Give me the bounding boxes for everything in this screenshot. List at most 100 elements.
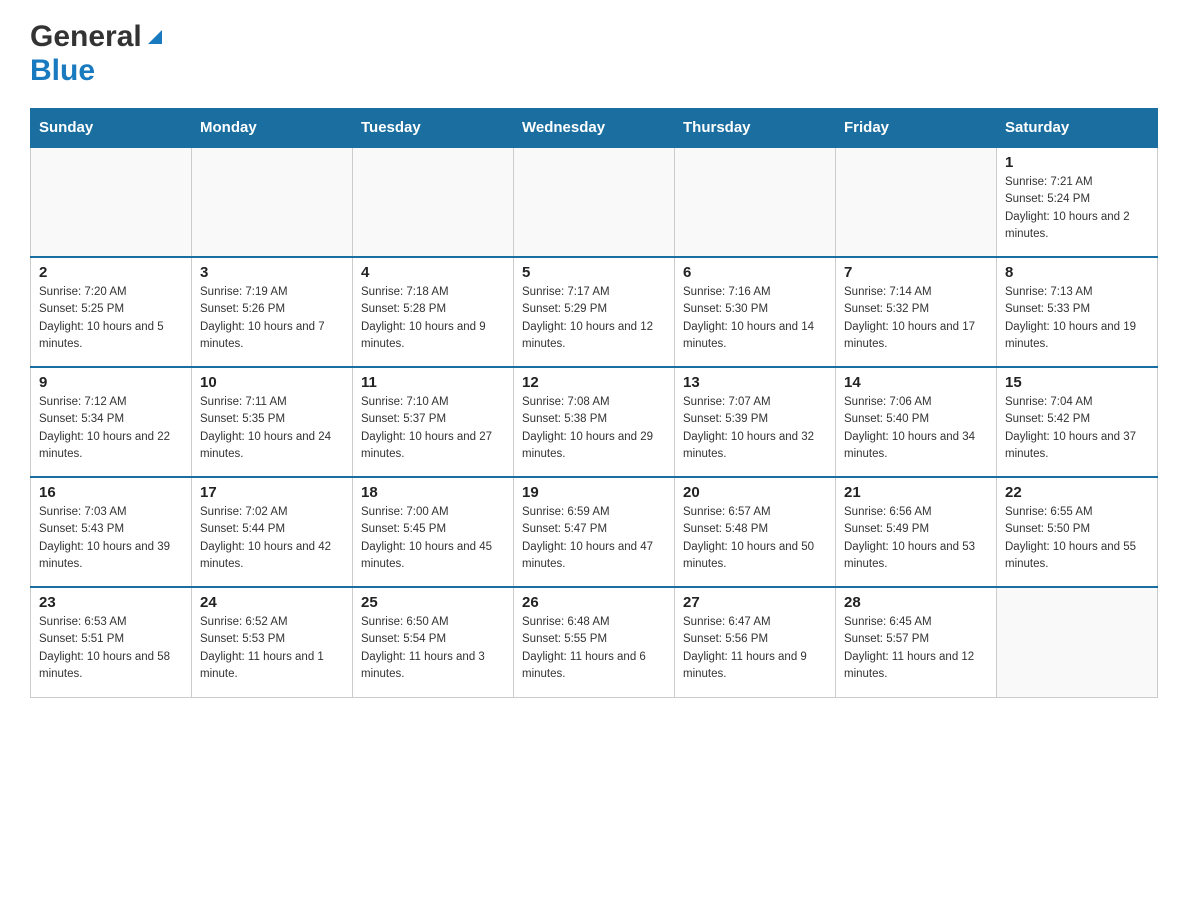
calendar-table: SundayMondayTuesdayWednesdayThursdayFrid…	[30, 108, 1158, 698]
day-number: 8	[1005, 264, 1149, 281]
day-info-line: Sunrise: 7:21 AM	[1005, 176, 1093, 188]
logo-blue-text: Blue	[30, 54, 95, 87]
day-info: Sunrise: 7:10 AMSunset: 5:37 PMDaylight:…	[361, 394, 505, 463]
day-info-line: Sunrise: 7:16 AM	[683, 286, 771, 298]
day-number: 10	[200, 374, 344, 391]
day-info-line: Sunrise: 6:45 AM	[844, 616, 932, 628]
day-info: Sunrise: 6:52 AM Sunset: 5:53 PM Daylight:…	[200, 614, 344, 683]
day-info-line: Sunrise: 6:59 AM	[522, 506, 610, 518]
day-info: Sunrise: 6:57 AMSunset: 5:48 PMDaylight:…	[683, 504, 827, 573]
day-info: Sunrise: 6:59 AMSunset: 5:47 PMDaylight:…	[522, 504, 666, 573]
day-number: 16	[39, 484, 183, 501]
weekday-wednesday: Wednesday	[514, 109, 675, 148]
day-number: 24	[200, 594, 344, 611]
day-info: Sunrise: 7:14 AMSunset: 5:32 PMDaylight:…	[844, 284, 988, 353]
day-info-line: Sunrise: 7:10 AM	[361, 396, 449, 408]
day-info-line: Sunset: 5:54 PM	[361, 633, 446, 645]
day-info: Sunrise: 7:13 AMSunset: 5:33 PMDaylight:…	[1005, 284, 1149, 353]
day-info: Sunrise: 7:08 AM Sunset: 5:38 PM Daylight:…	[522, 394, 666, 463]
day-number: 18	[361, 484, 505, 501]
day-info-line: Daylight: 10 hours and 55 minutes.	[1005, 541, 1136, 570]
day-info: Sunrise: 7:00 AMSunset: 5:45 PMDaylight:…	[361, 504, 505, 573]
day-info-line: Daylight: 10 hours and 42 minutes.	[200, 541, 331, 570]
day-info-line: Sunrise: 7:04 AM	[1005, 396, 1093, 408]
day-number: 12	[522, 374, 666, 391]
day-info-line: Sunset: 5:42 PM	[1005, 413, 1090, 425]
calendar-cell: 20Sunrise: 6:57 AMSunset: 5:48 PMDayligh…	[675, 477, 836, 587]
day-info-line: Sunset: 5:34 PM	[39, 413, 124, 425]
day-number: 21	[844, 484, 988, 501]
day-info-line: Daylight: 10 hours and 12 minutes.	[522, 321, 653, 350]
day-info-line: Daylight: 10 hours and 53 minutes.	[844, 541, 975, 570]
calendar-cell: 24 Sunrise: 6:52 AM Sunset: 5:53 PM Dayligh…	[192, 587, 353, 697]
weekday-thursday: Thursday	[675, 109, 836, 148]
day-info-line: Sunrise: 6:55 AM	[1005, 506, 1093, 518]
day-info-line: Daylight: 10 hours and 22 minutes.	[39, 431, 170, 460]
day-info-line: Sunset: 5:32 PM	[844, 303, 929, 315]
calendar-cell: 3Sunrise: 7:19 AMSunset: 5:26 PMDaylight…	[192, 257, 353, 367]
day-info: Sunrise: 7:21 AMSunset: 5:24 PMDaylight:…	[1005, 174, 1149, 243]
calendar-cell	[514, 147, 675, 257]
day-info: Sunrise: 6:53 AMSunset: 5:51 PMDaylight:…	[39, 614, 183, 683]
day-info-line: Daylight: 10 hours and 17 minutes.	[844, 321, 975, 350]
day-number: 14	[844, 374, 988, 391]
weekday-sunday: Sunday	[31, 109, 192, 148]
day-info: Sunrise: 6:45 AMSunset: 5:57 PMDaylight:…	[844, 614, 988, 683]
day-number: 11	[361, 374, 505, 391]
calendar-cell	[675, 147, 836, 257]
calendar-cell: 16Sunrise: 7:03 AMSunset: 5:43 PMDayligh…	[31, 477, 192, 587]
day-number: 5	[522, 264, 666, 281]
calendar-cell: 21 Sunrise: 6:56 AMSunset: 5:49 PMDayligh…	[836, 477, 997, 587]
day-info: Sunrise: 6:56 AMSunset: 5:49 PMDaylight:…	[844, 504, 988, 573]
calendar-cell: 12 Sunrise: 7:08 AM Sunset: 5:38 PM Dayligh…	[514, 367, 675, 477]
day-info-line: Sunset: 5:25 PM	[39, 303, 124, 315]
day-info-line: Sunrise: 7:07 AM	[683, 396, 771, 408]
weekday-saturday: Saturday	[997, 109, 1158, 148]
day-info-line: Sunrise: 6:52 AM	[200, 616, 288, 628]
day-info-line: Sunset: 5:50 PM	[1005, 523, 1090, 535]
day-info-line: Sunset: 5:53 PM	[200, 633, 285, 645]
day-info-line: Daylight: 10 hours and 37 minutes.	[1005, 431, 1136, 460]
day-info-line: Daylight: 11 hours and 1 minute.	[200, 651, 324, 680]
day-info-line: Sunrise: 6:53 AM	[39, 616, 127, 628]
day-info-line: Daylight: 10 hours and 2 minutes.	[1005, 211, 1130, 240]
logo-triangle-icon	[144, 26, 166, 53]
day-number: 9	[39, 374, 183, 391]
day-info-line: Daylight: 10 hours and 14 minutes.	[683, 321, 814, 350]
day-info-line: Daylight: 10 hours and 19 minutes.	[1005, 321, 1136, 350]
logo-general-text: General	[30, 20, 142, 54]
day-info: Sunrise: 7:03 AMSunset: 5:43 PMDaylight:…	[39, 504, 183, 573]
day-info: Sunrise: 7:16 AM Sunset: 5:30 PM Daylight:…	[683, 284, 827, 353]
day-info-line: Daylight: 10 hours and 27 minutes.	[361, 431, 492, 460]
day-info-line: Sunset: 5:38 PM	[522, 413, 607, 425]
day-info: Sunrise: 7:04 AM Sunset: 5:42 PM Daylight:…	[1005, 394, 1149, 463]
calendar-cell: 9 Sunrise: 7:12 AMSunset: 5:34 PMDaylight…	[31, 367, 192, 477]
day-number: 7	[844, 264, 988, 281]
day-info-line: Sunrise: 7:03 AM	[39, 506, 127, 518]
day-info-line: Daylight: 11 hours and 6 minutes.	[522, 651, 646, 680]
calendar-cell: 22 Sunrise: 6:55 AM Sunset: 5:50 PM Dayligh…	[997, 477, 1158, 587]
day-info: Sunrise: 7:06 AMSunset: 5:40 PMDaylight:…	[844, 394, 988, 463]
day-info-line: Sunset: 5:43 PM	[39, 523, 124, 535]
day-info-line: Sunset: 5:45 PM	[361, 523, 446, 535]
day-info-line: Sunrise: 6:47 AM	[683, 616, 771, 628]
day-info: Sunrise: 7:11 AMSunset: 5:35 PMDaylight:…	[200, 394, 344, 463]
day-info-line: Sunset: 5:47 PM	[522, 523, 607, 535]
weekday-friday: Friday	[836, 109, 997, 148]
day-info-line: Daylight: 10 hours and 5 minutes.	[39, 321, 164, 350]
calendar-cell: 27Sunrise: 6:47 AMSunset: 5:56 PMDayligh…	[675, 587, 836, 697]
day-info-line: Sunset: 5:40 PM	[844, 413, 929, 425]
day-number: 17	[200, 484, 344, 501]
day-info-line: Sunset: 5:44 PM	[200, 523, 285, 535]
day-info-line: Daylight: 10 hours and 29 minutes.	[522, 431, 653, 460]
day-info-line: Sunset: 5:49 PM	[844, 523, 929, 535]
day-number: 22	[1005, 484, 1149, 501]
calendar-cell	[997, 587, 1158, 697]
day-number: 26	[522, 594, 666, 611]
day-info-line: Sunrise: 7:08 AM	[522, 396, 610, 408]
day-number: 1	[1005, 154, 1149, 171]
day-info-line: Sunrise: 7:19 AM	[200, 286, 288, 298]
day-info: Sunrise: 7:12 AMSunset: 5:34 PMDaylight:…	[39, 394, 183, 463]
day-info-line: Sunset: 5:30 PM	[683, 303, 768, 315]
day-info-line: Sunrise: 6:48 AM	[522, 616, 610, 628]
